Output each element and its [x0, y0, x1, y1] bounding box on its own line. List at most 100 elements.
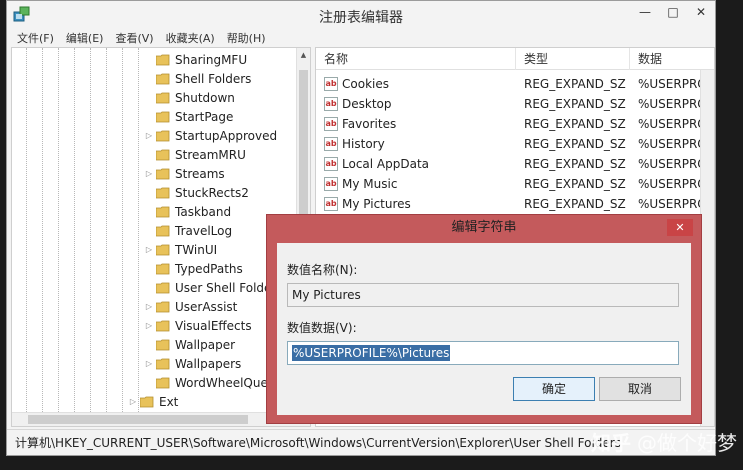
expand-arrow-icon[interactable]: ▷ — [128, 397, 138, 406]
tree-item-label: TWinUI — [175, 242, 218, 257]
menu-help[interactable]: 帮助(H) — [227, 30, 266, 46]
tree-item-label: Shutdown — [175, 90, 235, 105]
column-header-name[interactable]: 名称 — [316, 48, 516, 70]
expand-arrow-icon[interactable]: ▷ — [144, 359, 154, 368]
tree-item-label: VisualEffects — [175, 318, 252, 333]
tree-item-label: StartupApproved — [175, 128, 278, 143]
value-type: REG_EXPAND_SZ — [524, 157, 626, 171]
expand-arrow-icon[interactable]: ▷ — [144, 169, 154, 178]
cancel-button[interactable]: 取消 — [599, 377, 681, 401]
tree-guide-line — [138, 48, 139, 412]
tree-item[interactable]: StartPage — [144, 107, 233, 126]
tree-item[interactable]: Shell Folders — [144, 69, 251, 88]
folder-icon — [156, 149, 170, 160]
column-header-data[interactable]: 数据 — [630, 48, 714, 70]
watermark: 知乎 @做个好梦 — [591, 427, 737, 456]
tree-item[interactable]: Shutdown — [144, 88, 235, 107]
list-header: 名称 类型 数据 — [316, 48, 714, 70]
folder-icon — [156, 73, 170, 84]
tree-item-label: StartPage — [175, 109, 234, 124]
dialog-close-button[interactable]: ✕ — [667, 219, 693, 236]
registry-value-row[interactable]: ab Local AppData REG_EXPAND_SZ %USERPRO — [316, 154, 700, 174]
value-data: %USERPRO — [638, 137, 700, 151]
window-title: 注册表编辑器 — [319, 10, 403, 26]
string-value-icon: ab — [324, 117, 338, 131]
close-button[interactable]: ✕ — [687, 1, 715, 23]
expand-arrow-icon[interactable]: ▷ — [144, 302, 154, 311]
tree-item[interactable]: TravelLog — [144, 221, 232, 240]
registry-value-row[interactable]: ab Cookies REG_EXPAND_SZ %USERPRO — [316, 74, 700, 94]
tree-item-label: Wallpapers — [175, 356, 242, 371]
title-bar[interactable]: 注册表编辑器 — □ ✕ — [7, 1, 715, 29]
value-data: %USERPRO — [638, 97, 700, 111]
folder-icon — [156, 358, 170, 369]
tree-item[interactable]: ▷ UserAssist — [144, 297, 237, 316]
registry-value-row[interactable]: ab History REG_EXPAND_SZ %USERPRO — [316, 134, 700, 154]
expand-arrow-icon[interactable]: ▷ — [144, 321, 154, 330]
value-name: My Pictures — [342, 197, 411, 211]
tree-item[interactable]: TypedPaths — [144, 259, 243, 278]
registry-value-row[interactable]: ab Desktop REG_EXPAND_SZ %USERPRO — [316, 94, 700, 114]
value-data: %USERPRO — [638, 177, 700, 191]
tree-item[interactable]: Wallpaper — [144, 335, 235, 354]
expand-arrow-icon[interactable]: ▷ — [144, 245, 154, 254]
value-data: %USERPRO — [638, 157, 700, 171]
tree-item-ext[interactable]: ▷ Ext — [128, 392, 178, 411]
tree-guide-line — [74, 48, 75, 412]
value-name-label: 数值名称(N): — [287, 263, 358, 277]
folder-icon — [156, 377, 170, 388]
tree-item[interactable]: ▷ StartupApproved — [144, 126, 277, 145]
tree-item-label: Streams — [175, 166, 225, 181]
registry-value-row[interactable]: ab Favorites REG_EXPAND_SZ %USERPRO — [316, 114, 700, 134]
folder-icon — [156, 339, 170, 350]
selected-text: %USERPROFILE%\Pictures — [292, 345, 451, 361]
string-value-icon: ab — [324, 197, 338, 211]
tree-item[interactable]: ▷ Wallpapers — [144, 354, 241, 373]
tree-item-label: Wallpaper — [175, 337, 236, 352]
value-data: %USERPRO — [638, 77, 700, 91]
value-data-field[interactable]: %USERPROFILE%\Pictures — [287, 341, 679, 365]
value-name: Favorites — [342, 117, 397, 131]
string-value-icon: ab — [324, 177, 338, 191]
tree-item-label: UserAssist — [175, 299, 238, 314]
registry-value-row[interactable]: ab My Pictures REG_EXPAND_SZ %USERPRO — [316, 194, 700, 214]
tree-item[interactable]: SharingMFU — [144, 50, 247, 69]
tree-guide-line — [26, 48, 27, 412]
ok-button[interactable]: 确定 — [513, 377, 595, 401]
expand-arrow-icon[interactable]: ▷ — [144, 131, 154, 140]
tree-item-label: StuckRects2 — [175, 185, 249, 200]
tree-item[interactable]: ▷ Streams — [144, 164, 225, 183]
list-vertical-scrollbar[interactable] — [700, 70, 714, 426]
tree-guide-line — [122, 48, 123, 412]
edit-string-dialog: 编辑字符串 ✕ 数值名称(N): My Pictures 数值数据(V): %U… — [266, 214, 702, 424]
menu-file[interactable]: 文件(F) — [17, 30, 54, 46]
tree-item-label: WordWheelQue — [175, 375, 268, 390]
folder-icon — [156, 54, 170, 65]
value-type: REG_EXPAND_SZ — [524, 197, 626, 211]
value-name-field[interactable]: My Pictures — [287, 283, 679, 307]
tree-guide-line — [90, 48, 91, 412]
scroll-up-icon[interactable]: ▲ — [297, 48, 310, 62]
folder-icon — [156, 111, 170, 122]
minimize-button[interactable]: — — [631, 1, 659, 23]
value-name: My Music — [342, 177, 398, 191]
tree-item[interactable]: ▷ TWinUI — [144, 240, 217, 259]
maximize-button[interactable]: □ — [659, 1, 687, 23]
tree-item-label: StreamMRU — [175, 147, 246, 162]
tree-item-label: Ext — [159, 394, 179, 409]
folder-icon — [156, 168, 170, 179]
tree-item[interactable]: StuckRects2 — [144, 183, 249, 202]
tree-item[interactable]: Taskband — [144, 202, 231, 221]
tree-item[interactable]: WordWheelQue — [144, 373, 268, 392]
menu-edit[interactable]: 编辑(E) — [66, 30, 104, 46]
tree-item[interactable]: StreamMRU — [144, 145, 246, 164]
menu-favorites[interactable]: 收藏夹(A) — [166, 30, 215, 46]
menu-view[interactable]: 查看(V) — [115, 30, 153, 46]
folder-icon — [156, 301, 170, 312]
registry-value-row[interactable]: ab My Music REG_EXPAND_SZ %USERPRO — [316, 174, 700, 194]
tree-item[interactable]: ▷ VisualEffects — [144, 316, 252, 335]
column-header-type[interactable]: 类型 — [516, 48, 630, 70]
tree-item[interactable]: User Shell Folde — [144, 278, 271, 297]
value-type: REG_EXPAND_SZ — [524, 137, 626, 151]
tree-hscroll-thumb[interactable] — [28, 415, 248, 424]
